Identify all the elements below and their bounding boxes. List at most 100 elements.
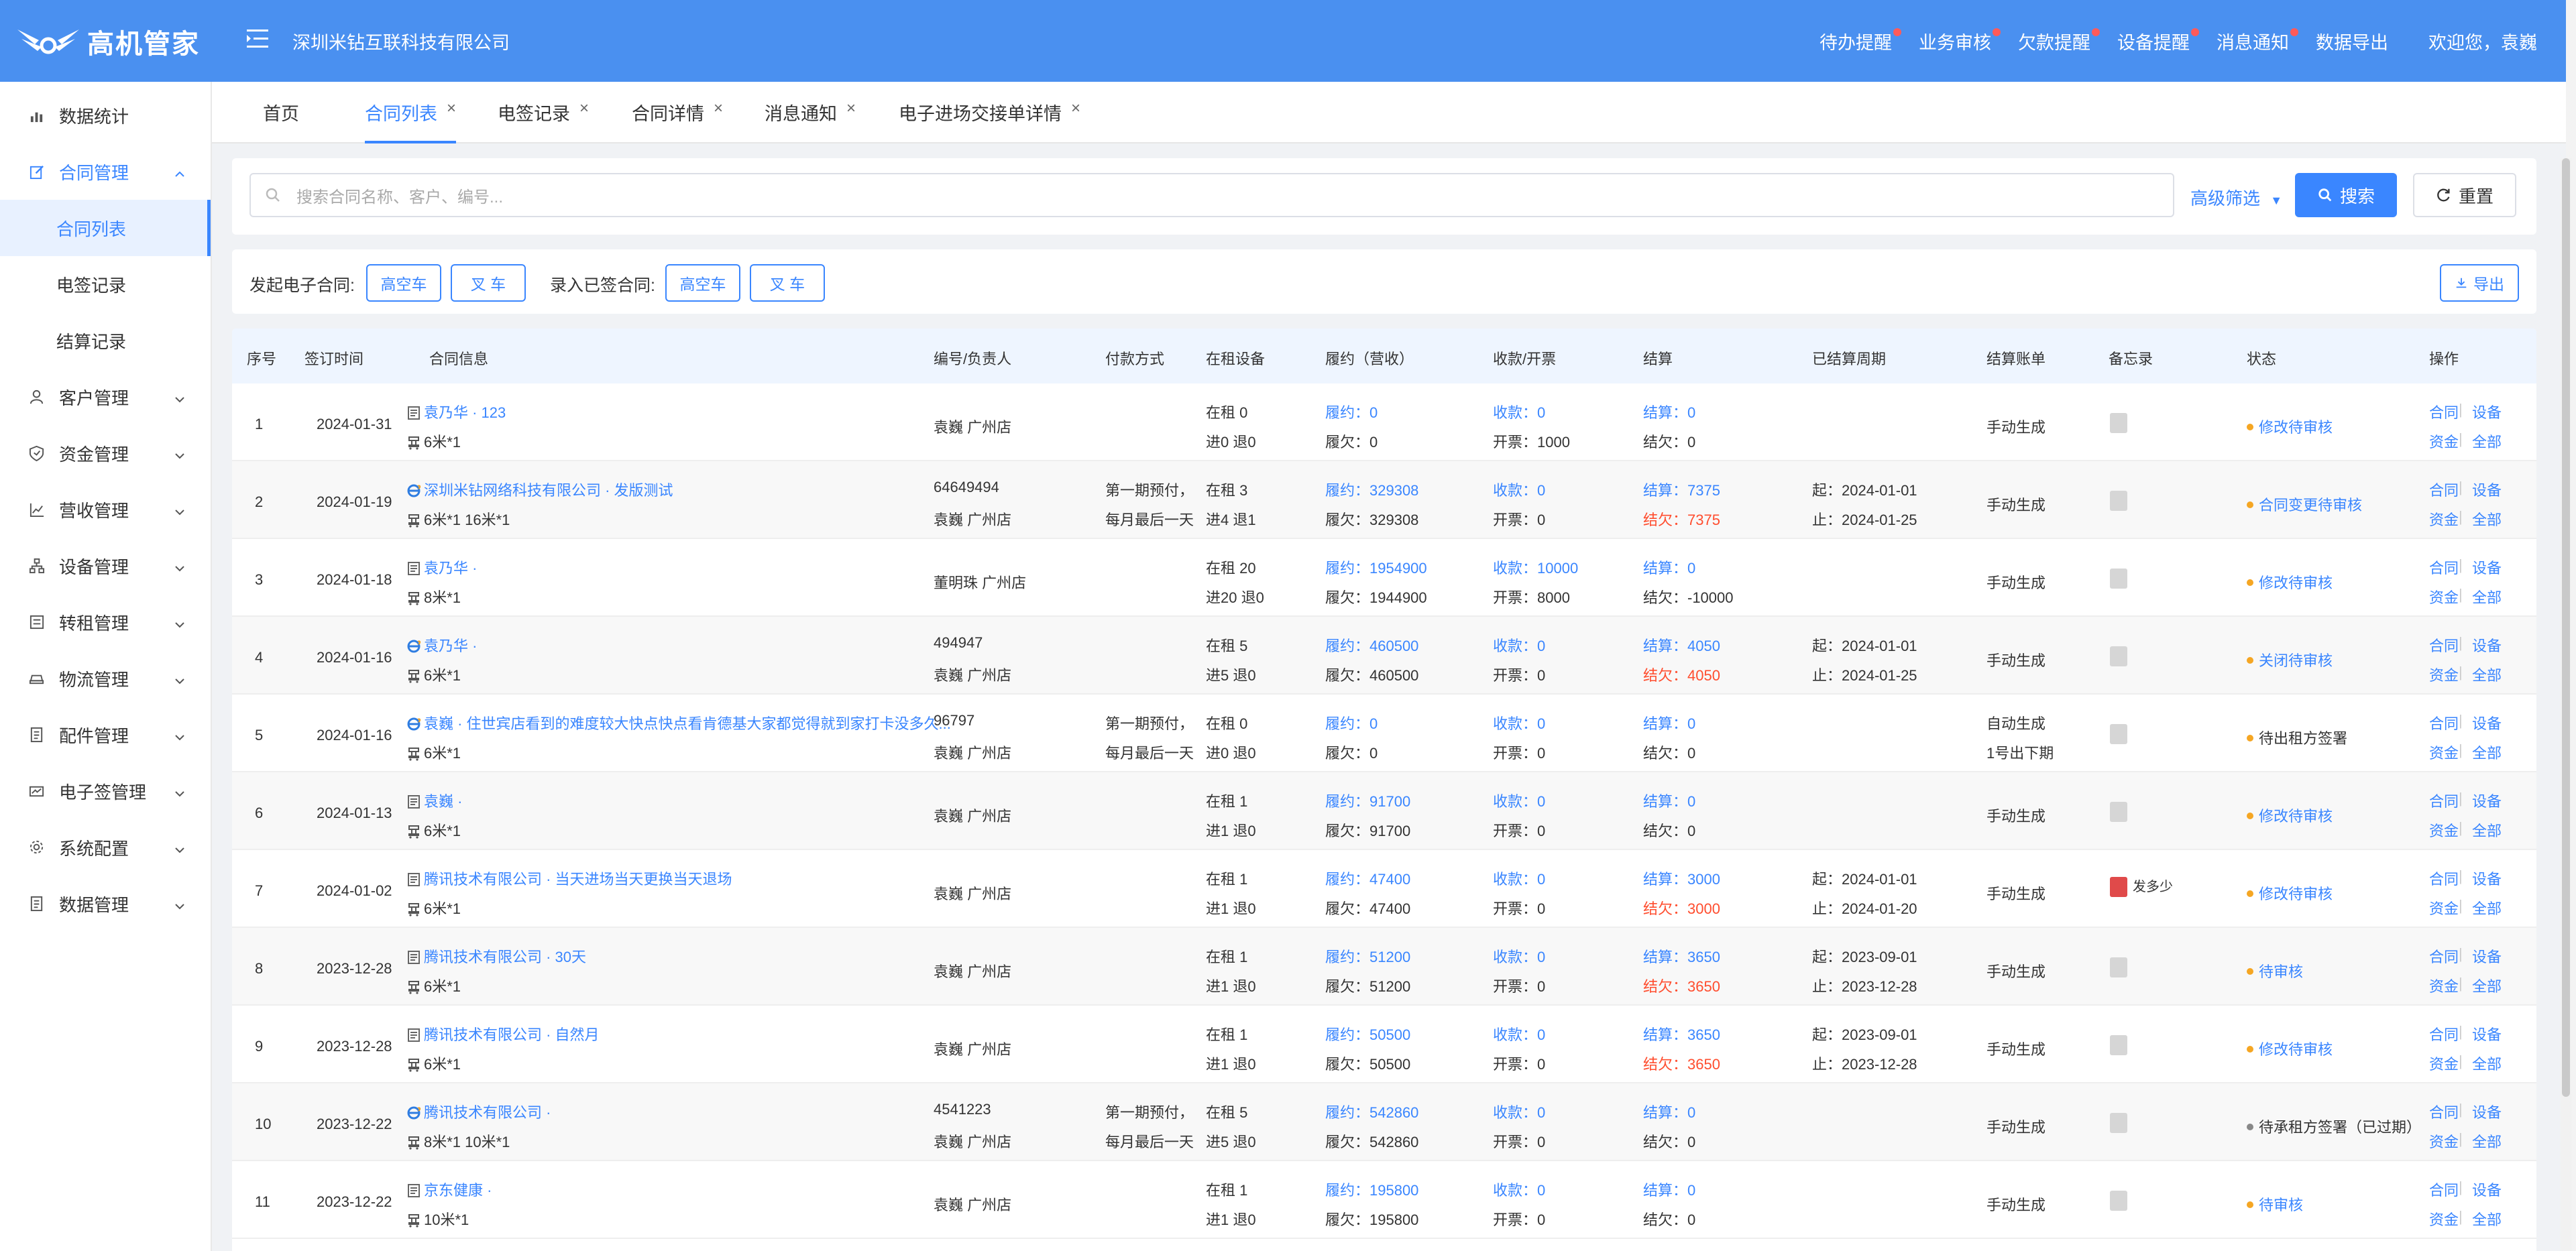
settlement-link[interactable]: 结算：0	[1643, 401, 1695, 422]
receipt-link[interactable]: 收款：0	[1493, 634, 1545, 656]
search-input[interactable]: 搜索合同名称、客户、编号...	[249, 173, 2174, 217]
record-aerial-button[interactable]: 高空车	[665, 264, 740, 302]
op-contract-link[interactable]: 合同	[2429, 868, 2459, 889]
record-forklift-button[interactable]: 叉 车	[750, 264, 825, 302]
op-fund-link[interactable]: 资金	[2429, 508, 2459, 530]
op-fund-link[interactable]: 资金	[2429, 1053, 2459, 1074]
status-badge[interactable]: 修改待审核	[2247, 571, 2333, 593]
performance-link[interactable]: 履约：51200	[1325, 945, 1410, 967]
contract-info-link[interactable]: 京东健康 ·	[406, 1179, 492, 1200]
export-button[interactable]: 导出	[2440, 264, 2519, 302]
op-device-link[interactable]: 设备	[2472, 790, 2502, 811]
op-contract-link[interactable]: 合同	[2429, 1101, 2459, 1122]
receipt-link[interactable]: 收款：0	[1493, 790, 1545, 811]
receipt-link[interactable]: 收款：10000	[1493, 556, 1578, 578]
op-fund-link[interactable]: 资金	[2429, 741, 2459, 763]
top-nav-item[interactable]: 消息通知	[2217, 28, 2298, 54]
op-all-link[interactable]: 全部	[2472, 508, 2502, 530]
op-contract-link[interactable]: 合同	[2429, 1023, 2459, 1045]
performance-link[interactable]: 履约：460500	[1325, 634, 1418, 656]
settlement-link[interactable]: 结算：0	[1643, 712, 1695, 733]
contract-info-link[interactable]: 袁乃华 ·	[406, 634, 477, 656]
receipt-link[interactable]: 收款：0	[1493, 1179, 1545, 1200]
top-nav-item[interactable]: 待办提醒	[1819, 28, 1901, 54]
scrollbar-thumb[interactable]	[2562, 158, 2570, 1097]
sidebar-item[interactable]: 物流管理	[0, 650, 211, 707]
op-fund-link[interactable]: 资金	[2429, 819, 2459, 841]
receipt-link[interactable]: 收款：0	[1493, 712, 1545, 733]
op-contract-link[interactable]: 合同	[2429, 634, 2459, 656]
sidebar-item[interactable]: 系统配置	[0, 819, 211, 876]
sidebar-subitem[interactable]: 电签记录	[0, 256, 211, 312]
tab-item[interactable]: 电子进场交接单详情 ×	[899, 99, 1080, 143]
op-contract-link[interactable]: 合同	[2429, 1179, 2459, 1200]
sidebar-item[interactable]: 电子签管理	[0, 763, 211, 819]
search-button[interactable]: 搜索	[2295, 173, 2397, 217]
sidebar-item[interactable]: 设备管理	[0, 538, 211, 594]
contract-info-link[interactable]: 腾讯技术有限公司 · 自然月	[406, 1023, 600, 1045]
sidebar-item[interactable]: 配件管理	[0, 707, 211, 763]
sidebar-item[interactable]: 数据管理	[0, 876, 211, 932]
content-scrollbar[interactable]	[2561, 158, 2571, 1251]
sidebar-item[interactable]: 资金管理	[0, 425, 211, 481]
receipt-link[interactable]: 收款：0	[1493, 945, 1545, 967]
memo-note-icon[interactable]	[2110, 569, 2127, 589]
memo-note-icon[interactable]	[2110, 802, 2127, 822]
op-device-link[interactable]: 设备	[2472, 1023, 2502, 1045]
contract-info-link[interactable]: 深圳米钻网络科技有限公司 · 发版测试	[406, 479, 673, 500]
op-fund-link[interactable]: 资金	[2429, 897, 2459, 918]
menu-toggle-icon[interactable]	[244, 25, 271, 52]
tab-item[interactable]: 消息通知 ×	[765, 99, 856, 143]
tab-item[interactable]: 首页	[263, 99, 299, 143]
op-contract-link[interactable]: 合同	[2429, 401, 2459, 422]
advanced-filter-dropdown[interactable]: 高级筛选 ▼	[2190, 185, 2282, 210]
settlement-link[interactable]: 结算：4050	[1643, 634, 1720, 656]
op-contract-link[interactable]: 合同	[2429, 712, 2459, 733]
tab-item[interactable]: 合同详情 ×	[632, 99, 723, 143]
op-device-link[interactable]: 设备	[2472, 868, 2502, 889]
close-icon[interactable]: ×	[447, 99, 456, 118]
reset-button[interactable]: 重置	[2413, 173, 2516, 217]
memo-note-icon[interactable]	[2110, 1191, 2127, 1211]
memo-note-icon[interactable]	[2110, 413, 2127, 433]
memo-note-icon[interactable]	[2110, 646, 2127, 666]
contract-info-link[interactable]: 袁巍 · 住世宾店看到的难度较大快点快点看肯德基大家都觉得就到家打卡没多久...	[406, 712, 951, 733]
receipt-link[interactable]: 收款：0	[1493, 1101, 1545, 1122]
op-device-link[interactable]: 设备	[2472, 945, 2502, 967]
sidebar-subitem[interactable]: 结算记录	[0, 312, 211, 369]
receipt-link[interactable]: 收款：0	[1493, 1023, 1545, 1045]
top-nav-item[interactable]: 欠款提醒	[2018, 28, 2100, 54]
op-fund-link[interactable]: 资金	[2429, 1208, 2459, 1230]
op-contract-link[interactable]: 合同	[2429, 556, 2459, 578]
op-all-link[interactable]: 全部	[2472, 664, 2502, 685]
memo-note-icon[interactable]	[2110, 724, 2127, 744]
launch-forklift-button[interactable]: 叉 车	[451, 264, 526, 302]
settlement-link[interactable]: 结算：0	[1643, 790, 1695, 811]
receipt-link[interactable]: 收款：0	[1493, 479, 1545, 500]
receipt-link[interactable]: 收款：0	[1493, 868, 1545, 889]
op-all-link[interactable]: 全部	[2472, 1053, 2502, 1074]
op-contract-link[interactable]: 合同	[2429, 479, 2459, 500]
op-all-link[interactable]: 全部	[2472, 1130, 2502, 1152]
performance-link[interactable]: 履约：195800	[1325, 1179, 1418, 1200]
sidebar-subitem[interactable]: 合同列表	[0, 200, 211, 256]
status-badge[interactable]: 修改待审核	[2247, 882, 2333, 904]
close-icon[interactable]: ×	[579, 99, 589, 118]
top-nav-item[interactable]: 业务审核	[1919, 28, 2001, 54]
performance-link[interactable]: 履约：329308	[1325, 479, 1418, 500]
settlement-link[interactable]: 结算：3000	[1643, 868, 1720, 889]
performance-link[interactable]: 履约：1954900	[1325, 556, 1427, 578]
op-contract-link[interactable]: 合同	[2429, 790, 2459, 811]
op-all-link[interactable]: 全部	[2472, 1208, 2502, 1230]
performance-link[interactable]: 履约：0	[1325, 712, 1378, 733]
launch-aerial-button[interactable]: 高空车	[366, 264, 441, 302]
settlement-link[interactable]: 结算：3650	[1643, 1023, 1720, 1045]
contract-info-link[interactable]: 袁巍 ·	[406, 790, 462, 811]
settlement-link[interactable]: 结算：3650	[1643, 945, 1720, 967]
status-badge[interactable]: 待审核	[2247, 960, 2303, 981]
contract-info-link[interactable]: 袁乃华 · 123	[406, 401, 506, 422]
sidebar-item[interactable]: 营收管理	[0, 481, 211, 538]
sidebar-item[interactable]: 数据统计	[0, 87, 211, 143]
op-device-link[interactable]: 设备	[2472, 634, 2502, 656]
memo-note-icon[interactable]	[2110, 491, 2127, 511]
